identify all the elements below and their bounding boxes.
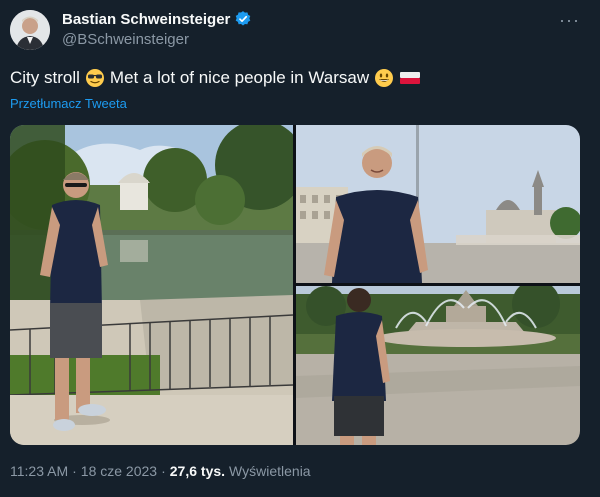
photo-square-portrait[interactable]: [296, 125, 580, 283]
tweet-text: City stroll Met a lot of nice people in …: [10, 68, 421, 88]
author-name[interactable]: Bastian Schweinsteiger: [62, 11, 230, 28]
photo-fountain[interactable]: [296, 286, 580, 445]
more-options-icon[interactable]: ···: [559, 10, 580, 31]
grinning-emoji-icon: [374, 68, 394, 88]
views-label: Wyświetlenia: [229, 463, 311, 479]
tweet-time[interactable]: 11:23 AM: [10, 463, 68, 479]
tweet-date[interactable]: 18 cze 2023: [81, 463, 157, 479]
translate-link[interactable]: Przetłumacz Tweeta: [10, 96, 127, 111]
tweet-text-part2: Met a lot of nice people in Warsaw: [109, 68, 370, 87]
author-handle[interactable]: @BSchweinsteiger: [62, 31, 189, 48]
views-count: 27,6 tys.: [169, 463, 226, 479]
tweet-meta: 11:23 AM · 18 cze 2023 · 27,6 tys. Wyświ…: [10, 463, 311, 479]
photo-park-pond[interactable]: [10, 125, 293, 445]
tweet-text-part1: City stroll: [10, 68, 80, 87]
poland-flag-emoji-icon: [399, 68, 421, 88]
tweet: Bastian Schweinsteiger @BSchweinsteiger …: [0, 0, 600, 497]
sunglasses-emoji-icon: [85, 68, 105, 88]
verified-badge-icon: [234, 10, 252, 28]
meta-separator-2: ·: [161, 463, 166, 479]
avatar[interactable]: [10, 10, 50, 50]
media-grid: [10, 125, 580, 445]
meta-separator: ·: [72, 463, 77, 479]
